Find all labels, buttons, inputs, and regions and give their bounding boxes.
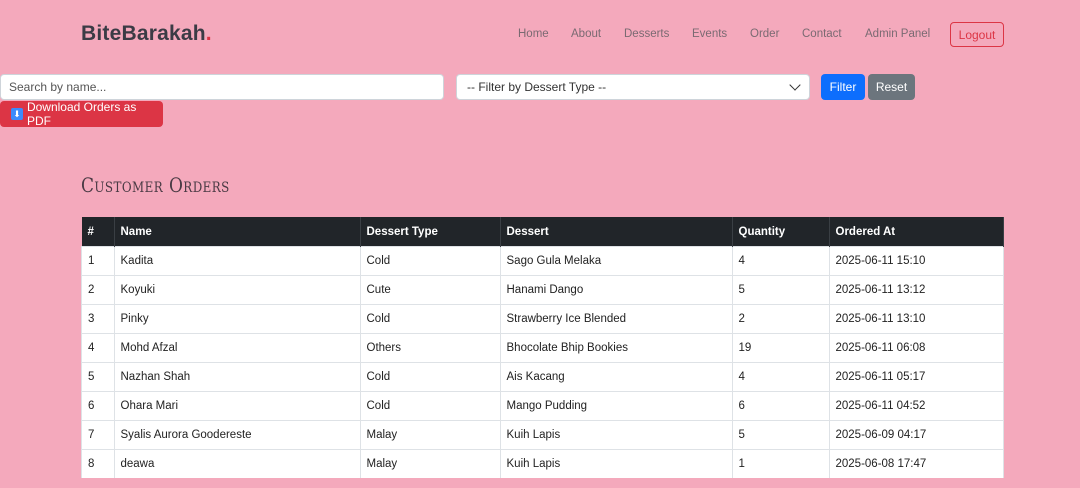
cell-ordered-at: 2025-06-11 05:17 [829,362,1004,392]
table-row: 3 Pinky Cold Strawberry Ice Blended 2 2025-06… [81,304,1004,334]
cell-number: 4 [81,333,115,363]
cell-dessert-type: Cold [360,391,501,421]
table-row: 6 Ohara Mari Cold Mango Pudding 6 2025-06-11 … [81,391,1004,421]
cell-ordered-at: 2025-06-11 06:08 [829,333,1004,363]
table-header-row: # Name Dessert Type Dessert Quantity Ord… [81,217,1004,247]
cell-name: Ohara Mari [114,391,361,421]
brand-dot: . [205,22,212,45]
chevron-down-icon [789,79,801,91]
filter-button[interactable]: Filter [821,74,865,100]
col-header-quantity: Quantity [732,217,830,247]
cell-quantity: 1 [732,449,830,478]
table-row: 7 Syalis Aurora Goodereste Malay Kuih Lapis… [81,420,1004,450]
cell-dessert-type: Cold [360,304,501,334]
cell-ordered-at: 2025-06-11 13:12 [829,275,1004,305]
nav-home[interactable]: Home [518,28,549,40]
search-input[interactable] [0,74,444,100]
download-pdf-button[interactable]: ⬇ Download Orders as PDF [0,100,163,128]
cell-dessert-type: Malay [360,449,501,478]
cell-name: deawa [114,449,361,478]
cell-name: Mohd Afzal [114,333,361,363]
col-header-dessert-type: Dessert Type [360,217,501,247]
cell-number: 8 [81,449,115,478]
cell-name: Nazhan Shah [114,362,361,392]
nav-about[interactable]: About [571,28,601,40]
nav-order[interactable]: Order [750,28,779,40]
cell-ordered-at: 2025-06-08 17:47 [829,449,1004,478]
cell-number: 2 [81,275,115,305]
cell-number: 1 [81,246,115,276]
logout-button[interactable]: Logout [950,22,1004,47]
cell-ordered-at: 2025-06-11 15:10 [829,246,1004,276]
col-header-name: Name [114,217,361,247]
cell-name: Koyuki [114,275,361,305]
cell-dessert: Mango Pudding [500,391,733,421]
cell-dessert-type: Cold [360,362,501,392]
orders-table: # Name Dessert Type Dessert Quantity Ord… [81,217,1004,478]
cell-quantity: 5 [732,420,830,450]
page-title: Customer Orders [81,173,230,197]
cell-name: Kadita [114,246,361,276]
col-header-ordered-at: Ordered At [829,217,1004,247]
reset-button[interactable]: Reset [868,74,915,100]
nav-events[interactable]: Events [692,28,727,40]
cell-number: 6 [81,391,115,421]
cell-number: 5 [81,362,115,392]
cell-number: 3 [81,304,115,334]
cell-quantity: 19 [732,333,830,363]
nav-desserts[interactable]: Desserts [624,28,669,40]
cell-dessert-type: Cute [360,275,501,305]
cell-ordered-at: 2025-06-09 04:17 [829,420,1004,450]
table-row: 4 Mohd Afzal Others Bhocolate Bhip Bookies 1… [81,333,1004,363]
cell-name: Pinky [114,304,361,334]
table-row: 5 Nazhan Shah Cold Ais Kacang 4 2025-06-11 05… [81,362,1004,392]
cell-dessert-type: Malay [360,420,501,450]
cell-dessert: Ais Kacang [500,362,733,392]
table-row: 2 Koyuki Cute Hanami Dango 5 2025-06-11 13:12 [81,275,1004,305]
table-row: 1 Kadita Cold Sago Gula Melaka 4 2025-06-11 1… [81,246,1004,276]
cell-dessert: Strawberry Ice Blended [500,304,733,334]
nav-admin-panel[interactable]: Admin Panel [865,28,930,40]
brand-logo[interactable]: BiteBarakah. [81,22,212,46]
cell-ordered-at: 2025-06-11 04:52 [829,391,1004,421]
cell-quantity: 6 [732,391,830,421]
cell-quantity: 5 [732,275,830,305]
cell-dessert: Hanami Dango [500,275,733,305]
cell-quantity: 4 [732,362,830,392]
cell-dessert-type: Cold [360,246,501,276]
cell-dessert: Bhocolate Bhip Bookies [500,333,733,363]
down-arrow-icon: ⬇ [11,108,23,120]
cell-ordered-at: 2025-06-11 13:10 [829,304,1004,334]
download-pdf-label: Download Orders as PDF [26,100,137,128]
nav-contact[interactable]: Contact [802,28,842,40]
cell-dessert: Kuih Lapis [500,420,733,450]
cell-dessert-type: Others [360,333,501,363]
cell-quantity: 4 [732,246,830,276]
cell-quantity: 2 [732,304,830,334]
cell-name: Syalis Aurora Goodereste [114,420,361,450]
cell-number: 7 [81,420,115,450]
cell-dessert: Sago Gula Melaka [500,246,733,276]
col-header-number: # [81,217,115,247]
dessert-type-selected: -- Filter by Dessert Type -- [467,80,607,94]
col-header-dessert: Dessert [500,217,733,247]
dessert-type-select[interactable]: -- Filter by Dessert Type -- [456,74,810,100]
cell-dessert: Kuih Lapis [500,449,733,478]
brand-name: BiteBarakah [81,22,206,45]
table-row: 8 deawa Malay Kuih Lapis 1 2025-06-08 17:47 [81,449,1004,478]
